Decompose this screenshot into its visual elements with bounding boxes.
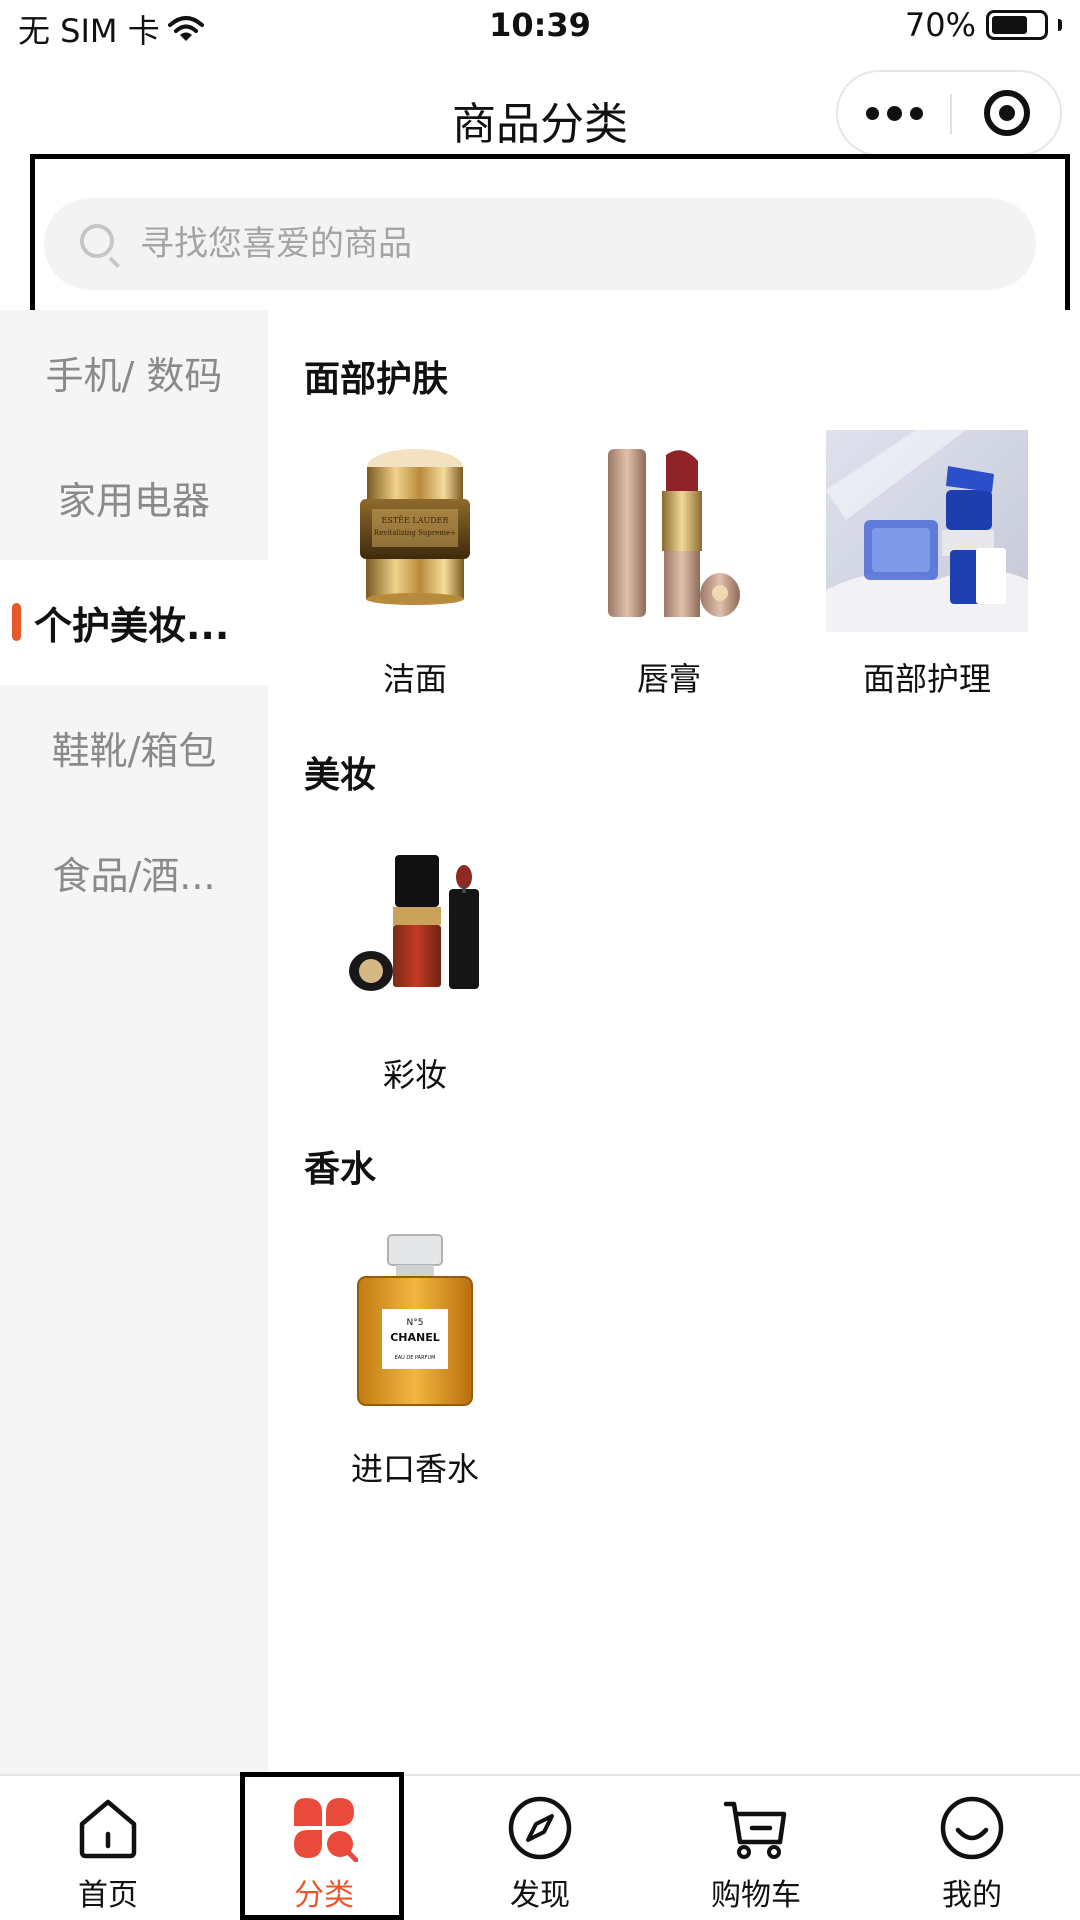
sidebar-item-digital[interactable]: 手机/ 数码 (0, 310, 268, 435)
blue-skincare-set-image (826, 430, 1028, 632)
sidebar-item-label: 个护美妆... (34, 604, 230, 648)
status-bar: 无 SIM 卡 10:39 70% (0, 0, 1080, 56)
section-title: 美妆 (304, 755, 377, 796)
cream-line-text: Revitalizing Supreme+ (374, 529, 456, 537)
cart-icon (723, 1801, 787, 1859)
tab-label: 我的 (942, 1878, 1002, 1913)
sidebar-item-label: 家用电器 (57, 479, 210, 523)
category-sidebar: 手机/ 数码 家用电器 个护美妆... 鞋靴/箱包 食品/酒... (0, 310, 268, 1774)
category-content: 面部护肤 ESTĒE LAUDER Revitalizing Supreme+ (268, 310, 1080, 1774)
perfume-type-text: EAU DE PARFUM (395, 1355, 436, 1361)
sidebar-item-label: 食品/酒... (52, 854, 216, 898)
battery-icon (986, 10, 1048, 40)
mini-program-capsule (836, 70, 1062, 156)
product-item-face-care[interactable]: 面部护理 (826, 430, 1028, 700)
sidebar-item-label: 手机/ 数码 (45, 354, 223, 398)
tab-label: 首页 (78, 1878, 138, 1913)
cream-jar-image: ESTĒE LAUDER Revitalizing Supreme+ (314, 430, 516, 632)
close-target-button[interactable] (952, 72, 1062, 154)
sidebar-item-appliances[interactable]: 家用电器 (0, 435, 268, 560)
compass-icon (508, 1796, 572, 1860)
section-title: 面部护肤 (304, 359, 449, 400)
tab-home[interactable]: 首页 (0, 1776, 216, 1920)
tab-label: 发现 (510, 1878, 570, 1913)
lip-gloss-image (314, 826, 516, 1028)
sidebar-item-beauty[interactable]: 个护美妆... (0, 560, 268, 685)
product-item-cleanser[interactable]: ESTĒE LAUDER Revitalizing Supreme+ 洁面 (314, 430, 516, 700)
perfume-brand-text: CHANEL (390, 1331, 440, 1344)
lipstick-image (568, 430, 770, 632)
product-label: 面部护理 (862, 660, 991, 698)
section-title: 香水 (304, 1149, 377, 1190)
bottom-tab-bar: 首页 分类 发现 购物车 我的 (0, 1774, 1080, 1920)
sidebar-item-food-drinks[interactable]: 食品/酒... (0, 810, 268, 935)
search-input[interactable] (140, 224, 1000, 264)
tab-profile[interactable]: 我的 (864, 1776, 1080, 1920)
tab-highlight-frame (240, 1772, 404, 1920)
active-indicator (12, 603, 21, 641)
cream-brand-text: ESTĒE LAUDER (382, 516, 450, 525)
profile-smile-icon (940, 1796, 1004, 1860)
product-item-perfume[interactable]: N°5 CHANEL EAU DE PARFUM 进口香水 (314, 1220, 516, 1490)
product-item-lipstick[interactable]: 唇膏 (568, 430, 770, 700)
home-icon (79, 1799, 137, 1859)
product-label: 唇膏 (636, 660, 701, 698)
perfume-bottle-image: N°5 CHANEL EAU DE PARFUM (314, 1220, 516, 1422)
battery-percent: 70% (904, 6, 976, 44)
sidebar-item-shoes-bags[interactable]: 鞋靴/箱包 (0, 685, 268, 810)
product-label: 洁面 (382, 660, 447, 698)
perfume-number-text: N°5 (407, 1318, 424, 1328)
more-dots-icon[interactable] (838, 72, 950, 154)
category-page: 无 SIM 卡 10:39 70% 商品分类 寻找您喜爱的商品 手机/ 数码 家… (0, 0, 1080, 1920)
product-item-makeup[interactable]: 彩妆 (314, 826, 516, 1096)
search-bar[interactable] (44, 198, 1036, 290)
search-icon (80, 224, 120, 268)
tab-cart[interactable]: 购物车 (648, 1776, 864, 1920)
sidebar-item-label: 鞋靴/箱包 (51, 729, 217, 773)
tab-discover[interactable]: 发现 (432, 1776, 648, 1920)
target-circle-icon (984, 90, 1030, 136)
tab-label: 购物车 (711, 1878, 801, 1913)
product-label: 彩妆 (382, 1056, 447, 1094)
product-label: 进口香水 (350, 1450, 479, 1488)
